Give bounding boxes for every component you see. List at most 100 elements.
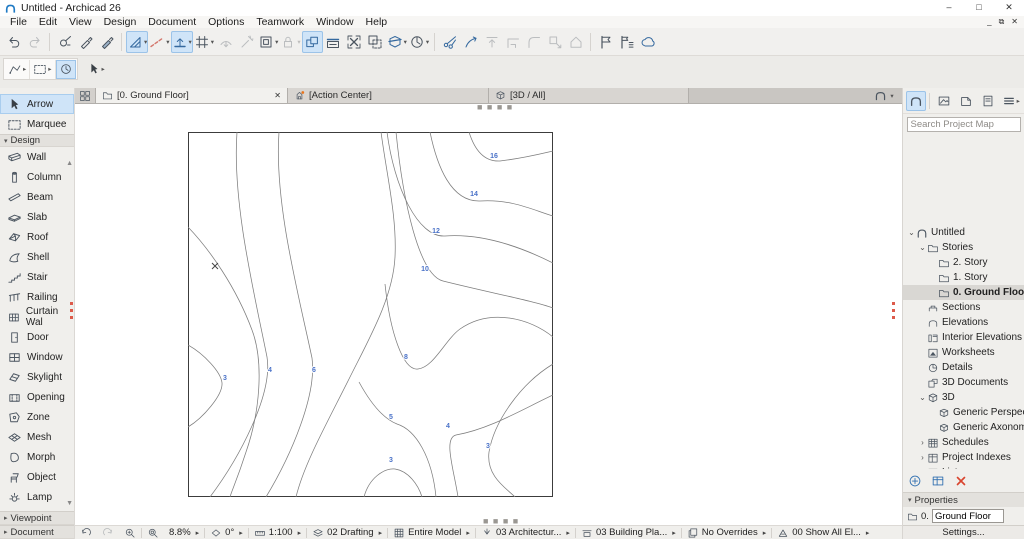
tree-item-stories[interactable]: ⌄Stories bbox=[903, 240, 1024, 255]
dropdown-arrow-icon[interactable]: ▾ bbox=[144, 38, 147, 46]
split-button[interactable] bbox=[439, 31, 460, 53]
trace-reference-button[interactable] bbox=[365, 31, 386, 53]
fit-in-window[interactable] bbox=[142, 526, 164, 539]
dropdown-arrow-icon[interactable]: ▸ bbox=[23, 65, 26, 73]
layout-book-button[interactable] bbox=[956, 91, 976, 111]
trim-button[interactable] bbox=[481, 31, 502, 53]
dropdown-arrow-icon[interactable]: ▸ bbox=[48, 65, 51, 73]
tree-chevron-icon[interactable]: › bbox=[918, 453, 927, 462]
menu-document[interactable]: Document bbox=[142, 16, 202, 28]
tree-item-2-story[interactable]: 2. Story bbox=[903, 255, 1024, 270]
tab--0-ground-floor-[interactable]: [0. Ground Floor]✕ bbox=[96, 88, 288, 103]
mdi-close-button[interactable]: ✕ bbox=[1011, 17, 1018, 27]
layer-combination[interactable]: 02 Drafting▸ bbox=[307, 526, 387, 539]
tool-window[interactable]: Window bbox=[0, 347, 74, 367]
zoom-level[interactable]: 8.8%▸ bbox=[164, 526, 204, 539]
tool-mesh[interactable]: Mesh bbox=[0, 427, 74, 447]
dropdown-arrow-icon[interactable]: ▾ bbox=[404, 38, 407, 46]
close-button[interactable]: ✕ bbox=[994, 0, 1024, 16]
marquee-geometry-button[interactable]: ▸ bbox=[30, 60, 55, 79]
pick-up-parameters-button[interactable] bbox=[54, 31, 75, 53]
pane-split-handle-bottom[interactable]: ■ ■ ■ ■ bbox=[483, 519, 519, 523]
dropdown-arrow-icon[interactable]: ▾ bbox=[189, 38, 192, 46]
toolbox-section-viewpoint[interactable]: ▸Viewpoint bbox=[0, 511, 74, 525]
dropdown-arrow-icon[interactable]: ▸ bbox=[672, 529, 676, 537]
suspend-groups-button[interactable]: ▾ bbox=[279, 31, 301, 53]
pane-split-handle-top[interactable]: ■ ■ ■ ■ bbox=[477, 105, 513, 109]
menu-help[interactable]: Help bbox=[360, 16, 394, 28]
tool-lamp[interactable]: Lamp bbox=[0, 487, 74, 507]
zoom-in[interactable] bbox=[119, 526, 141, 539]
settings-button[interactable]: Settings... bbox=[903, 525, 1024, 539]
tool-marquee[interactable]: Marquee bbox=[0, 114, 74, 134]
tool-morph[interactable]: Morph bbox=[0, 447, 74, 467]
dropdown-arrow-icon[interactable]: ▸ bbox=[466, 529, 470, 537]
tree-chevron-icon[interactable]: ⌄ bbox=[918, 243, 927, 252]
maximize-button[interactable]: □ bbox=[964, 0, 994, 16]
dropdown-arrow-icon[interactable]: ▾ bbox=[211, 38, 214, 46]
edit-in-3d-button[interactable] bbox=[565, 31, 586, 53]
tree-item-untitled[interactable]: ⌄Untitled bbox=[903, 225, 1024, 240]
adjust-button[interactable] bbox=[460, 31, 481, 53]
tree-item-interior-elevations[interactable]: Interior Elevations bbox=[903, 330, 1024, 345]
tool-beam[interactable]: Beam bbox=[0, 187, 74, 207]
tree-item-1-story[interactable]: 1. Story bbox=[903, 270, 1024, 285]
minimize-button[interactable]: – bbox=[934, 0, 964, 16]
mdi-restore-button[interactable]: ⧉ bbox=[999, 17, 1005, 27]
toolbox-scroll-up-icon[interactable]: ▲ bbox=[66, 160, 73, 167]
tool-curtain-wal[interactable]: Curtain Wal bbox=[0, 307, 74, 327]
redo-button[interactable] bbox=[24, 31, 45, 53]
menu-window[interactable]: Window bbox=[310, 16, 359, 28]
dropdown-arrow-icon[interactable]: ▸ bbox=[298, 529, 302, 537]
tree-item-sections[interactable]: Sections bbox=[903, 300, 1024, 315]
dropdown-arrow-icon[interactable]: ▾ bbox=[166, 38, 169, 46]
search-input[interactable] bbox=[907, 117, 1021, 132]
dropdown-arrow-icon[interactable]: ▸ bbox=[763, 529, 767, 537]
3d-cutting-planes-button[interactable]: ▾ bbox=[386, 31, 408, 53]
intersect-button[interactable] bbox=[502, 31, 523, 53]
inject-parameters-alt-button[interactable] bbox=[96, 31, 117, 53]
stretch-marquee-button[interactable] bbox=[344, 31, 365, 53]
magic-wand-button[interactable] bbox=[236, 31, 257, 53]
tree-item-generic-axonometry[interactable]: Generic Axonometry bbox=[903, 420, 1024, 435]
drawing-canvas[interactable]: ■ ■ ■ ■ ■ ■ ■ ■ 1614121084635433 bbox=[75, 104, 902, 525]
drawing-scale[interactable]: 1:100▸ bbox=[249, 526, 306, 539]
structure-display[interactable]: Entire Model▸ bbox=[388, 526, 475, 539]
dropdown-arrow-icon[interactable]: ▾ bbox=[297, 38, 300, 46]
tool-arrow[interactable]: Arrow bbox=[0, 94, 74, 114]
inject-parameters-button[interactable] bbox=[75, 31, 96, 53]
tool-shell[interactable]: Shell bbox=[0, 247, 74, 267]
panel-resize-indicator-left[interactable] bbox=[70, 302, 73, 320]
tree-chevron-icon[interactable]: ⌄ bbox=[918, 393, 927, 402]
orientation[interactable]: 0°▸ bbox=[205, 526, 248, 539]
renovation-filter[interactable]: 00 Show All El...▸ bbox=[772, 526, 874, 539]
guide-lines-button[interactable]: ▾ bbox=[126, 31, 148, 53]
dropdown-arrow-icon[interactable]: ▸ bbox=[196, 529, 200, 537]
snap-references-button[interactable]: ▾ bbox=[171, 31, 193, 53]
tool-wall[interactable]: Wall bbox=[0, 147, 74, 167]
tree-chevron-icon[interactable]: › bbox=[918, 468, 927, 469]
dimension-options-button[interactable] bbox=[323, 31, 344, 53]
mdi-minimize-button[interactable]: _ bbox=[987, 17, 991, 27]
resize-button[interactable] bbox=[544, 31, 565, 53]
dropdown-arrow-icon[interactable]: ▸ bbox=[866, 529, 870, 537]
project-map-button[interactable] bbox=[906, 91, 926, 111]
toolbox-scroll-down-icon[interactable]: ▼ bbox=[66, 500, 73, 507]
tool-door[interactable]: Door bbox=[0, 327, 74, 347]
favorites-button[interactable] bbox=[595, 31, 616, 53]
publisher-sets-button[interactable] bbox=[978, 91, 998, 111]
dropdown-arrow-icon[interactable]: ▾ bbox=[426, 38, 429, 46]
gravity-button[interactable] bbox=[215, 31, 236, 53]
menu-view[interactable]: View bbox=[63, 16, 98, 28]
tool-stair[interactable]: Stair bbox=[0, 267, 74, 287]
toolbox-section-design[interactable]: ▾Design bbox=[0, 134, 74, 147]
dropdown-arrow-icon[interactable]: ▾ bbox=[275, 38, 278, 46]
dimension-style[interactable]: 03 Building Pla...▸ bbox=[576, 526, 681, 539]
tree-item-schedules[interactable]: ›Schedules bbox=[903, 435, 1024, 450]
tool-skylight[interactable]: Skylight bbox=[0, 367, 74, 387]
menu-options[interactable]: Options bbox=[202, 16, 250, 28]
tab-overview-button[interactable]: ▾ bbox=[866, 88, 902, 103]
navigate-back[interactable] bbox=[75, 526, 97, 539]
tool-slab[interactable]: Slab bbox=[0, 207, 74, 227]
selection-frame-button[interactable]: ▾ bbox=[257, 31, 279, 53]
